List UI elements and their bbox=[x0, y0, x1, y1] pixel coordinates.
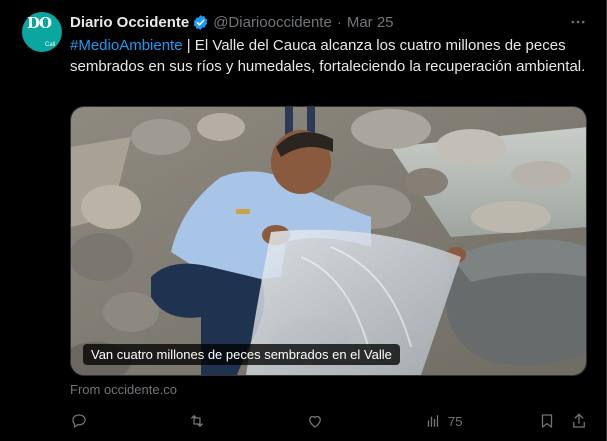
views-count: 75 bbox=[448, 413, 463, 429]
like-button[interactable] bbox=[306, 410, 324, 432]
hashtag-link[interactable]: #MedioAmbiente bbox=[70, 37, 183, 54]
tweet-header: Diario Occidente @Diariooccidente · Mar … bbox=[70, 12, 394, 32]
tweet-date[interactable]: Mar 25 bbox=[347, 14, 394, 31]
tweet-text: #MedioAmbiente | El Valle del Cauca alca… bbox=[70, 35, 590, 77]
share-button[interactable] bbox=[570, 410, 588, 432]
more-icon[interactable] bbox=[566, 12, 590, 32]
views-button[interactable]: 75 bbox=[424, 410, 462, 432]
verified-badge-icon[interactable] bbox=[192, 14, 209, 31]
like-icon bbox=[309, 415, 321, 428]
bookmark-icon bbox=[541, 414, 553, 428]
retweet-button[interactable] bbox=[188, 410, 206, 432]
retweet-icon bbox=[191, 415, 203, 427]
avatar-monogram: DO bbox=[27, 14, 52, 32]
bookmark-button[interactable] bbox=[538, 410, 556, 432]
author-name[interactable]: Diario Occidente bbox=[70, 14, 189, 31]
separator-dot: · bbox=[336, 13, 342, 31]
link-source[interactable]: From occidente.co bbox=[70, 382, 177, 397]
author-handle[interactable]: @Diariooccidente bbox=[213, 14, 332, 31]
reply-icon bbox=[72, 414, 86, 428]
tweet-media[interactable]: Van cuatro millones de peces sembrados e… bbox=[70, 106, 587, 376]
views-icon bbox=[427, 415, 439, 427]
media-caption: Van cuatro millones de peces sembrados e… bbox=[83, 344, 400, 365]
reply-button[interactable] bbox=[70, 410, 88, 432]
tweet-card[interactable]: DO Cali Diario Occidente @Diariooccident… bbox=[0, 0, 607, 441]
action-bar: 75 bbox=[70, 410, 590, 432]
avatar-city: Cali bbox=[45, 42, 56, 48]
share-icon bbox=[573, 413, 585, 428]
river-photo bbox=[71, 107, 586, 375]
avatar[interactable]: DO Cali bbox=[22, 12, 62, 52]
